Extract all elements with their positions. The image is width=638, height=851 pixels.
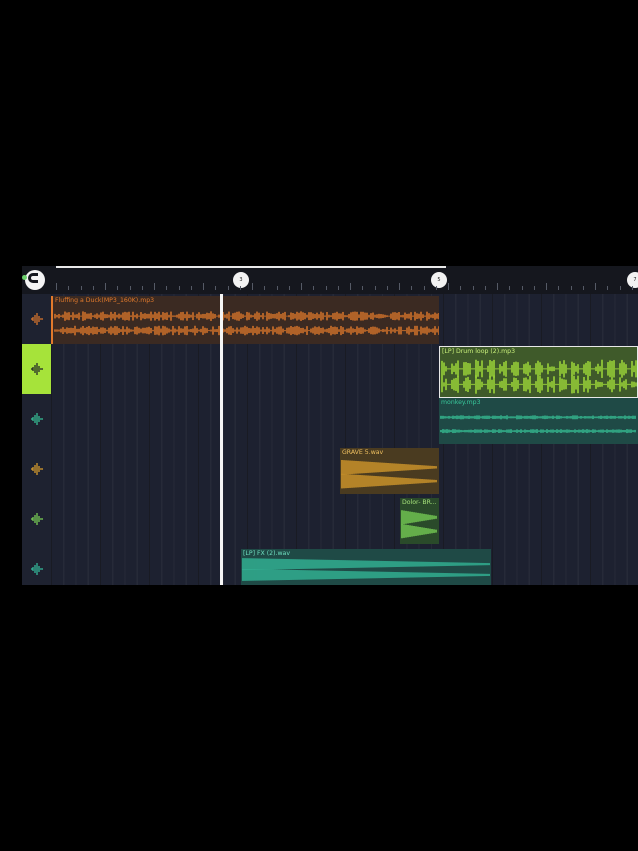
ruler-tick <box>117 286 119 290</box>
ruler-tick <box>301 283 302 290</box>
ruler-tick <box>546 283 547 290</box>
ruler-tick <box>105 283 106 290</box>
clip-name: Dolor- BR... <box>402 499 437 506</box>
ruler-tick <box>325 286 327 290</box>
clip-name: [LP] Drum loop (2).mp3 <box>442 348 516 355</box>
ruler-tick <box>288 286 290 290</box>
ruler-tick <box>399 283 400 290</box>
bar-marker-5[interactable]: 5 <box>431 272 447 288</box>
ruler-tick <box>80 286 82 290</box>
ruler-tick <box>619 286 621 290</box>
ruler-tick <box>129 286 131 290</box>
audio-clip-dolor[interactable]: Dolor- BR... <box>400 498 439 544</box>
track-header-6[interactable] <box>22 544 51 585</box>
audio-clip-monkey[interactable]: monkey.mp3 <box>439 398 638 444</box>
waveform-icon <box>30 413 43 425</box>
ruler-tick <box>423 286 425 290</box>
ruler-tick <box>582 286 584 290</box>
track-lane-5[interactable] <box>51 494 638 545</box>
ruler-tick <box>533 286 535 290</box>
bar-marker-3[interactable]: 3 <box>233 272 249 288</box>
audio-clip-fx[interactable]: [LP] FX (2).wav <box>241 549 491 585</box>
ruler-tick <box>203 283 204 290</box>
ruler-tick <box>190 286 192 290</box>
waveform-icon <box>30 513 43 525</box>
audio-clip-drum-loop[interactable]: [LP] Drum loop (2).mp3 <box>439 346 638 398</box>
waveform-icon <box>30 463 43 475</box>
ruler-tick <box>350 283 351 290</box>
clip-name: Fluffing a Duck(MP3_160K).mp3 <box>55 297 155 304</box>
ruler-tick <box>558 286 560 290</box>
track-header-5[interactable] <box>22 494 51 544</box>
ruler-tick <box>92 286 94 290</box>
ruler-tick <box>313 286 315 290</box>
ruler-tick <box>484 286 486 290</box>
ruler-tick <box>166 286 168 290</box>
track-header-3[interactable] <box>22 394 51 444</box>
ruler-tick <box>448 283 449 290</box>
ruler-tick <box>141 286 143 290</box>
ruler-tick <box>411 286 413 290</box>
clip-name: [LP] FX (2).wav <box>243 550 290 557</box>
ruler-tick <box>276 286 278 290</box>
waveform-icon <box>30 563 43 575</box>
ruler-tick <box>595 283 596 290</box>
timeline-ruler[interactable]: 3 5 7 <box>22 266 638 294</box>
ruler-tick <box>227 286 229 290</box>
arrangement-view: 3 5 7 Fluffing a Duck(MP3_160K).mp3 [LP]… <box>22 266 638 585</box>
audio-clip-fluffing-a-duck[interactable]: Fluffing a Duck(MP3_160K).mp3 <box>51 296 439 344</box>
waveform-icon <box>30 363 43 375</box>
ruler-tick <box>362 286 364 290</box>
ruler-tick <box>68 286 70 290</box>
track-header-2[interactable] <box>22 344 51 394</box>
track-header-1[interactable] <box>22 294 51 344</box>
ruler-tick <box>374 286 376 290</box>
clip-name: GRAVE 5.wav <box>342 449 384 456</box>
ruler-tick <box>239 286 241 290</box>
ruler-tick <box>607 286 609 290</box>
ruler-tick <box>509 286 511 290</box>
ruler-tick <box>56 283 57 290</box>
ruler-tick <box>472 286 474 290</box>
clip-name: monkey.mp3 <box>441 399 481 406</box>
ruler-tick <box>264 286 266 290</box>
magnet-icon[interactable] <box>22 270 45 290</box>
ruler-tick <box>631 286 633 290</box>
horizontal-scrollbar[interactable] <box>56 266 446 268</box>
waveform-icon <box>30 313 43 325</box>
ruler-tick <box>178 286 180 290</box>
ruler-tick <box>215 286 217 290</box>
ruler-tick <box>570 286 572 290</box>
playhead[interactable] <box>220 294 223 585</box>
ruler-tick <box>154 283 155 290</box>
ruler-tick <box>386 286 388 290</box>
ruler-tick <box>435 286 437 290</box>
audio-clip-grave-5[interactable]: GRAVE 5.wav <box>340 448 439 494</box>
ruler-tick <box>497 283 498 290</box>
ruler-tick <box>337 286 339 290</box>
ruler-tick <box>521 286 523 290</box>
track-header-4[interactable] <box>22 444 51 494</box>
ruler-tick <box>460 286 462 290</box>
track-list: Fluffing a Duck(MP3_160K).mp3 [LP] Drum … <box>22 294 638 585</box>
ruler-tick <box>252 283 253 290</box>
